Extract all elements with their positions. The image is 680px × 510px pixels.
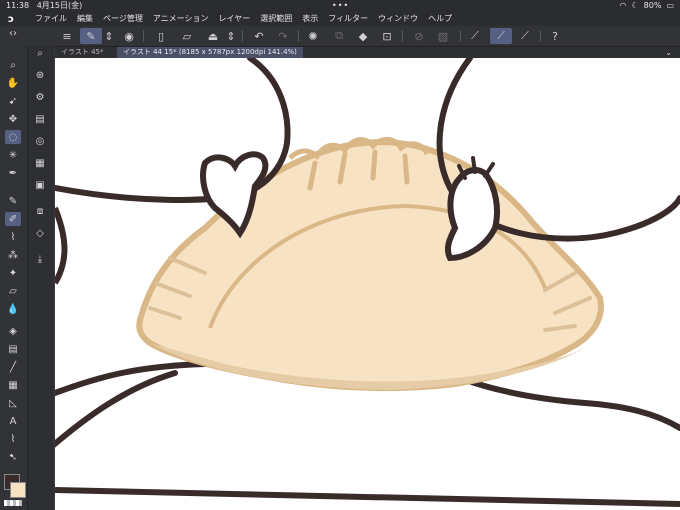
fill-bucket-icon[interactable]: ◈ xyxy=(5,324,21,338)
help-icon[interactable]: ? xyxy=(546,28,564,44)
drawing-canvas[interactable] xyxy=(55,58,680,510)
clear-icon[interactable]: ⊘ xyxy=(410,28,428,44)
ruler-tool-icon[interactable]: ◺ xyxy=(5,396,21,410)
hand-icon[interactable]: ✋ xyxy=(5,76,21,90)
tool-palette: ‹› ⌕ ✋ ➹ ✥ ◌ ✳ ✒ ✎ ✐ ⌇ ⁂ ✦ ▱ 💧 ◈ ▤ ╱ ▦ ◺… xyxy=(0,26,27,510)
tab-illust-45[interactable]: イラスト 45* xyxy=(55,47,110,58)
wifi-icon: ◠ xyxy=(619,1,627,10)
record-icon[interactable]: ◉ xyxy=(120,28,138,44)
mask-icon[interactable]: ▨ xyxy=(434,28,452,44)
gyoza-illustration xyxy=(55,58,680,507)
magic-wand-icon[interactable]: ✳ xyxy=(5,148,21,162)
layer-property-icon[interactable]: ⧈ xyxy=(32,204,48,218)
open-folder-icon[interactable]: ▱ xyxy=(178,28,196,44)
multitask-dots-icon[interactable]: ••• xyxy=(332,0,349,12)
export-icon[interactable]: ⤓ xyxy=(32,252,48,266)
crop-icon[interactable]: ⊡ xyxy=(378,28,396,44)
vector-snap-icon[interactable]: ⟋ xyxy=(490,28,512,44)
decoration-icon[interactable]: ✦ xyxy=(5,266,21,280)
ruler-icon[interactable]: ⟋ xyxy=(466,28,484,44)
battery-icon: ▭ xyxy=(666,1,674,10)
quick-access-icon[interactable]: ✎ xyxy=(80,28,102,44)
redo-icon[interactable]: ↷ xyxy=(274,28,292,44)
new-file-icon[interactable]: ▯ xyxy=(152,28,170,44)
battery-percent: 80% xyxy=(643,1,662,10)
special-ruler-icon[interactable]: ⟋ xyxy=(516,28,534,44)
stepper-icon[interactable]: ⇕ xyxy=(104,28,114,44)
undo-icon[interactable]: ↶ xyxy=(250,28,268,44)
brush-icon[interactable]: ⌇ xyxy=(5,230,21,244)
transparent-color-swatch[interactable] xyxy=(4,500,22,506)
copy-icon[interactable]: ⧉ xyxy=(330,28,348,44)
menu-bar: ↄ ファイル 編集 ページ管理 アニメーション レイヤー 選択範囲 表示 フィル… xyxy=(0,12,680,26)
menu-filter[interactable]: フィルター xyxy=(328,12,368,26)
tab-illust-44[interactable]: イラスト 44 15* (8185 x 5787px 1200dpi 141.4… xyxy=(117,47,303,58)
object-select-icon[interactable]: ➹ xyxy=(5,94,21,108)
pen-icon[interactable]: ✎ xyxy=(5,194,21,208)
chevron-down-icon[interactable]: ⌄ xyxy=(665,47,672,58)
color-wheel-icon[interactable]: ◎ xyxy=(32,134,48,148)
canvas-tabs: イラスト 45* イラスト 44 15* (8185 x 5787px 1200… xyxy=(55,47,680,58)
color-set-icon[interactable]: ▦ xyxy=(32,156,48,170)
pencil-icon[interactable]: ✐ xyxy=(5,212,21,226)
sub-tool-palette: ⌕ ⊛ ⚙ ▤ ◎ ▦ ▣ ⧈ ◇ ⤓ xyxy=(27,46,54,510)
moon-icon: ☾ xyxy=(631,1,639,10)
layer-select-icon[interactable]: ⊛ xyxy=(32,68,48,82)
eraser-icon[interactable]: ▱ xyxy=(5,284,21,298)
gradient-icon[interactable]: ▤ xyxy=(5,342,21,356)
menu-view[interactable]: 表示 xyxy=(302,12,318,26)
blend-icon[interactable]: 💧 xyxy=(5,302,21,316)
menu-icon[interactable]: ≡ xyxy=(58,28,76,44)
menu-edit[interactable]: 編集 xyxy=(77,12,93,26)
menu-selection[interactable]: 選択範囲 xyxy=(260,12,292,26)
status-bar: 11:38 4月15日(金) ••• ◠ ☾ 80% ▭ xyxy=(0,0,680,12)
save-stepper-icon[interactable]: ⇕ xyxy=(226,28,236,44)
status-time: 11:38 xyxy=(6,1,30,10)
menu-page[interactable]: ページ管理 xyxy=(103,12,143,26)
double-arrow-icon[interactable]: ‹› xyxy=(5,26,21,40)
frame-icon[interactable]: ▦ xyxy=(5,378,21,392)
menu-window[interactable]: ウィンドウ xyxy=(378,12,418,26)
sub-color-swatch[interactable] xyxy=(10,482,26,498)
menu-file[interactable]: ファイル xyxy=(35,12,67,26)
text-icon[interactable]: A xyxy=(5,414,21,428)
zoom-icon[interactable]: ⌕ xyxy=(5,58,21,72)
menu-items: ファイル 編集 ページ管理 アニメーション レイヤー 選択範囲 表示 フィルター… xyxy=(35,12,452,26)
airbrush-icon[interactable]: ⁂ xyxy=(5,248,21,262)
fill-icon[interactable]: ◆ xyxy=(354,28,372,44)
balloon-icon[interactable]: ⌇ xyxy=(5,432,21,446)
menu-layer[interactable]: レイヤー xyxy=(219,12,251,26)
eyedropper-icon[interactable]: ✒ xyxy=(5,166,21,180)
settings-icon[interactable]: ⚙ xyxy=(32,90,48,104)
app-logo-icon[interactable]: ↄ xyxy=(8,13,22,25)
menu-help[interactable]: ヘルプ xyxy=(428,12,452,26)
lasso-icon[interactable]: ◌ xyxy=(5,130,21,144)
move-icon[interactable]: ✥ xyxy=(5,112,21,126)
brush-size-icon[interactable]: ▤ xyxy=(32,112,48,126)
search-icon[interactable]: ⌕ xyxy=(32,46,48,60)
material-icon[interactable]: ▣ xyxy=(32,178,48,192)
line-icon[interactable]: ╱ xyxy=(5,360,21,374)
status-date: 4月15日(金) xyxy=(36,1,83,10)
correction-icon[interactable]: ➷ xyxy=(5,450,21,464)
save-icon[interactable]: ⏏ xyxy=(204,28,222,44)
command-toolbar: « ≡ ✎ ⇕ ◉ ▯ ▱ ⏏ ⇕ ↶ ↷ ✺ ⧉ ◆ ⊡ ⊘ ▨ ⟋ ⟋ ⟋ … xyxy=(0,26,680,47)
loading-icon[interactable]: ✺ xyxy=(304,28,322,44)
layers-icon[interactable]: ◇ xyxy=(32,226,48,240)
menu-animation[interactable]: アニメーション xyxy=(153,12,209,26)
